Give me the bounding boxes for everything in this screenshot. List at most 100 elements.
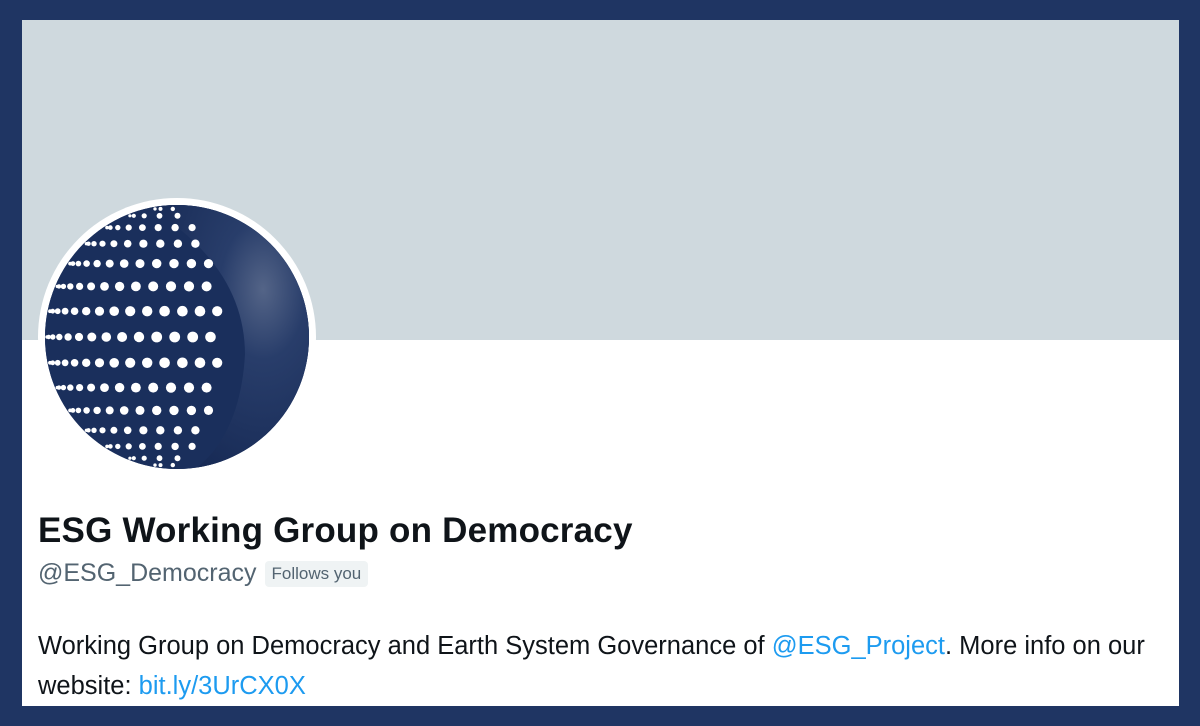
globe-dot bbox=[60, 283, 67, 290]
globe-dot bbox=[191, 426, 200, 435]
globe-dot bbox=[93, 259, 101, 268]
globe-dot bbox=[139, 224, 146, 231]
globe-dot bbox=[60, 384, 67, 391]
globe-dot bbox=[99, 427, 106, 434]
globe-dot bbox=[139, 443, 146, 450]
globe-dot bbox=[153, 207, 157, 211]
globe-dot bbox=[173, 426, 183, 435]
globe-dot bbox=[82, 307, 91, 316]
globe-dot bbox=[93, 406, 101, 415]
globe-dot bbox=[86, 241, 91, 246]
avatar[interactable] bbox=[45, 205, 309, 469]
globe-dot bbox=[86, 428, 91, 433]
globe-dot bbox=[156, 455, 163, 462]
globe-dot bbox=[194, 357, 206, 369]
globe-dot bbox=[110, 426, 118, 434]
globe-dot bbox=[125, 306, 136, 317]
globe-dot bbox=[70, 261, 76, 266]
globe-dot bbox=[154, 442, 162, 450]
globe-dot bbox=[158, 206, 163, 211]
globe-dot bbox=[186, 405, 197, 416]
globe-dot bbox=[148, 382, 159, 393]
globe-dot bbox=[201, 281, 212, 292]
globe-dot bbox=[188, 224, 196, 232]
globe-dot bbox=[156, 212, 163, 219]
globe-dot bbox=[131, 281, 141, 292]
mention-link[interactable]: @ESG_Project bbox=[772, 632, 945, 660]
globe-dot bbox=[54, 359, 61, 366]
website-link[interactable]: bit.ly/3UrCX0X bbox=[139, 672, 306, 700]
globe-dot bbox=[186, 258, 197, 269]
globe-dot bbox=[152, 258, 162, 269]
globe-dot bbox=[141, 455, 147, 461]
globe-dot bbox=[99, 240, 106, 247]
globe-dot bbox=[119, 406, 129, 415]
globe-dot bbox=[169, 331, 181, 343]
globe-dot bbox=[56, 284, 62, 289]
avatar-ring bbox=[38, 198, 316, 476]
globe-dot bbox=[61, 359, 69, 367]
globe-dot bbox=[169, 405, 179, 416]
follows-you-badge: Follows you bbox=[264, 560, 369, 587]
globe-dot bbox=[131, 456, 136, 461]
profile-bio: Working Group on Democracy and Earth Sys… bbox=[38, 626, 1168, 706]
globe-dot bbox=[212, 357, 223, 368]
globe-dot bbox=[70, 359, 79, 367]
globe-dot bbox=[70, 408, 76, 413]
globe-dot bbox=[205, 331, 216, 343]
globe-dot bbox=[50, 360, 56, 366]
dotted-globe-logo-icon bbox=[45, 205, 309, 469]
globe-dot bbox=[115, 443, 121, 450]
globe-dot bbox=[154, 224, 162, 232]
globe-dot bbox=[119, 259, 129, 268]
globe-dot bbox=[114, 382, 125, 393]
globe-dot bbox=[194, 305, 206, 317]
globe-dot bbox=[141, 213, 147, 219]
globe-dot bbox=[171, 442, 179, 451]
globe-dot bbox=[142, 306, 153, 317]
globe-dot bbox=[173, 239, 183, 248]
globe-dot bbox=[94, 358, 105, 368]
globe-dot bbox=[158, 463, 163, 468]
globe-dot bbox=[82, 358, 91, 367]
globe-dot bbox=[159, 357, 170, 369]
globe-dot bbox=[174, 212, 181, 219]
globe-dot bbox=[169, 258, 179, 269]
globe-dot bbox=[70, 307, 79, 315]
globe-dot bbox=[133, 331, 145, 343]
globe-dot bbox=[56, 333, 63, 341]
globe-dot bbox=[165, 382, 177, 393]
globe-dot bbox=[187, 331, 199, 343]
globe-dot bbox=[177, 357, 188, 369]
user-handle: @ESG_Democracy bbox=[38, 559, 257, 587]
globe-dot bbox=[108, 225, 113, 230]
globe-dot bbox=[174, 455, 181, 462]
globe-dot bbox=[148, 281, 159, 292]
globe-dot bbox=[56, 385, 62, 390]
globe-dot bbox=[83, 260, 90, 267]
globe-dot bbox=[123, 239, 132, 248]
globe-dot bbox=[91, 427, 97, 433]
globe-dot bbox=[75, 407, 82, 414]
globe-dot bbox=[128, 456, 132, 460]
handle-row: @ESG_Democracy Follows you bbox=[38, 559, 369, 588]
globe-dot bbox=[183, 281, 195, 292]
globe-dot bbox=[91, 241, 97, 247]
globe-dot bbox=[94, 306, 105, 316]
globe-dot bbox=[87, 282, 96, 291]
globe-dot bbox=[123, 426, 132, 435]
globe-dot bbox=[156, 239, 165, 248]
globe-dot bbox=[117, 332, 128, 342]
profile-card: ESG Working Group on Democracy @ESG_Demo… bbox=[22, 20, 1179, 706]
globe-dot bbox=[101, 332, 112, 342]
globe-dot bbox=[114, 281, 125, 292]
globe-dot bbox=[203, 259, 214, 269]
globe-dot bbox=[152, 405, 162, 416]
globe-dot bbox=[125, 443, 132, 450]
bio-text: Working Group on Democracy and Earth Sys… bbox=[38, 632, 772, 660]
globe-dot bbox=[76, 384, 84, 392]
globe-dot bbox=[83, 407, 90, 414]
globe-dot bbox=[203, 405, 214, 415]
globe-dot bbox=[135, 259, 145, 269]
globe-dot bbox=[125, 224, 132, 231]
